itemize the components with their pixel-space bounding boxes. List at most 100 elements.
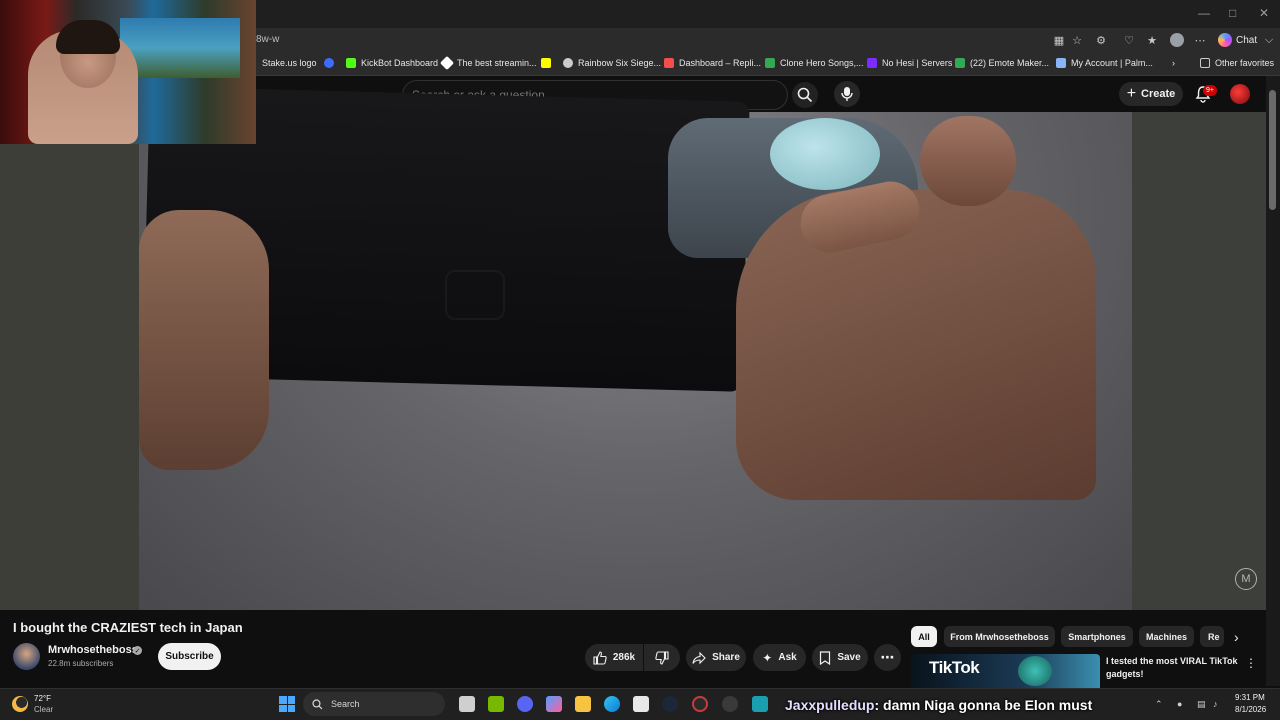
favorite-star-icon[interactable]: ☆ — [1070, 33, 1084, 47]
dislike-button[interactable] — [644, 644, 680, 671]
subscriber-count: 22.8m subscribers — [48, 659, 114, 668]
account-avatar[interactable] — [1230, 84, 1250, 104]
bookmark-my-account[interactable]: My Account | Palm... — [1056, 58, 1153, 68]
chat-text: : damn Niga gonna be Elon must — [874, 697, 1093, 713]
extensions-icon[interactable]: ⚙ — [1094, 33, 1108, 47]
weather-moon-icon[interactable] — [12, 696, 28, 712]
subscribe-button[interactable]: Subscribe — [158, 643, 221, 670]
chip-smartphones[interactable]: Smartphones — [1061, 626, 1133, 647]
thumbnail-face — [1018, 656, 1052, 686]
replit-icon — [664, 58, 674, 68]
discord-icon[interactable] — [517, 696, 533, 712]
tray-overflow-chevron-icon[interactable]: ⌃ — [1155, 699, 1163, 710]
taskbar-search-label: Search — [331, 699, 360, 709]
chat-username: Jaxxpulledup — [785, 697, 875, 713]
sparkle-icon: ✦ — [762, 650, 773, 665]
copilot-taskbar-icon[interactable] — [546, 696, 562, 712]
chips-next-chevron-icon[interactable]: › — [1234, 629, 1239, 645]
bookmark-r-icon — [324, 58, 334, 68]
folder-icon — [1200, 58, 1210, 68]
obs-icon[interactable] — [692, 696, 708, 712]
more-actions-button[interactable]: ⋯ — [874, 644, 901, 671]
search-button[interactable] — [792, 82, 818, 108]
bookmarks-overflow-chevron-icon[interactable]: › — [1172, 58, 1175, 68]
save-label: Save — [837, 652, 861, 663]
diamond-icon — [439, 55, 455, 71]
webcam-overlay — [0, 0, 256, 144]
channel-avatar[interactable] — [13, 643, 40, 670]
search-icon — [312, 698, 323, 709]
plus-icon: + — [1126, 85, 1137, 102]
bookmark-replit[interactable]: Dashboard – Repli... — [664, 58, 761, 68]
webcam-wall-mural — [120, 18, 240, 78]
bookmark-emote-maker[interactable]: (22) Emote Maker... — [955, 58, 1049, 68]
like-count: 286k — [612, 652, 636, 663]
other-favorites[interactable]: Other favorites — [1200, 58, 1274, 68]
bookmark-r[interactable] — [324, 58, 334, 68]
bookmark-no-hesi[interactable]: No Hesi | Servers — [867, 58, 952, 68]
channel-name[interactable]: Mrwhosetheboss — [48, 644, 138, 656]
volume-icon[interactable]: ♪ — [1213, 699, 1218, 709]
app-icon[interactable] — [752, 696, 768, 712]
settings-more-icon[interactable]: ⋯ — [1193, 33, 1207, 47]
browser-essentials-icon[interactable]: ♡ — [1122, 33, 1136, 47]
stream-chat-message: Jaxxpulledup: damn Niga gonna be Elon mu… — [785, 697, 1092, 713]
task-view-icon[interactable] — [459, 696, 475, 712]
chip-partial[interactable]: Re — [1200, 626, 1224, 647]
close-icon[interactable]: ✕ — [1259, 6, 1269, 20]
create-label: Create — [1141, 88, 1176, 100]
more-vertical-icon[interactable]: ⋮ — [1245, 656, 1257, 670]
chip-from-channel[interactable]: From Mrwhosetheboss — [944, 626, 1055, 647]
video-content-right-hand — [736, 190, 1096, 500]
store-icon[interactable] — [633, 696, 649, 712]
more-horizontal-icon: ⋯ — [880, 649, 895, 665]
bookmark-stake[interactable]: Stake.us logo — [262, 58, 317, 68]
bookmark-kickbot[interactable]: KickBot Dashboard — [346, 58, 438, 68]
maximize-icon[interactable]: □ — [1229, 6, 1236, 20]
search-icon — [797, 87, 813, 103]
weather-condition[interactable]: Clear — [34, 705, 53, 714]
file-explorer-icon[interactable] — [575, 696, 591, 712]
clock-time[interactable]: 9:31 PM — [1235, 693, 1265, 702]
console-logo — [445, 270, 505, 320]
voice-search-button[interactable] — [834, 81, 860, 107]
app-available-icon[interactable]: ▦ — [1052, 33, 1066, 47]
taskbar-search[interactable]: Search — [303, 692, 445, 716]
save-button[interactable]: Save — [812, 644, 868, 671]
sidebar-chevron-icon[interactable]: ⌵ — [1262, 33, 1276, 47]
bookmark-snapchat[interactable] — [541, 58, 551, 68]
thumbs-up-icon — [593, 650, 607, 665]
nvidia-icon[interactable] — [488, 696, 504, 712]
thumbs-down-icon — [655, 650, 669, 665]
chip-all[interactable]: All — [911, 626, 937, 647]
copilot-chat-button[interactable]: Chat — [1218, 32, 1257, 48]
video-pillarbox-left — [0, 112, 139, 610]
minimize-icon[interactable]: — — [1198, 6, 1210, 20]
like-button[interactable]: 286k — [585, 644, 643, 671]
chip-machines[interactable]: Machines — [1139, 626, 1194, 647]
channel-watermark-icon[interactable]: M — [1235, 568, 1257, 590]
weather-temperature[interactable]: 72°F — [34, 694, 51, 703]
settings-gear-icon[interactable] — [722, 696, 738, 712]
url-text[interactable]: 8w-w — [256, 34, 279, 45]
emote-maker-icon — [955, 58, 965, 68]
bookmark-rainbow-six[interactable]: Rainbow Six Siege... — [563, 58, 661, 68]
ask-button[interactable]: ✦ Ask — [753, 644, 806, 671]
share-label: Share — [712, 652, 740, 663]
bookmark-streaming[interactable]: The best streamin... — [439, 55, 537, 71]
create-button[interactable]: + Create — [1119, 82, 1183, 106]
clock-date[interactable]: 8/1/2026 — [1235, 705, 1266, 714]
network-icon[interactable]: ▤ — [1197, 699, 1206, 710]
bookmark-clone-hero[interactable]: Clone Hero Songs,... — [765, 58, 864, 68]
share-button[interactable]: Share — [686, 644, 746, 671]
share-arrow-icon — [692, 651, 706, 664]
steam-icon[interactable] — [662, 696, 678, 712]
favorites-icon[interactable]: ★ — [1145, 33, 1159, 47]
recommendation-title[interactable]: I tested the most VIRAL TikTok gadgets! — [1106, 655, 1246, 681]
microphone-tray-icon[interactable]: ● — [1177, 699, 1182, 709]
edge-icon[interactable] — [604, 696, 620, 712]
video-title: I bought the CRAZIEST tech in Japan — [13, 620, 243, 635]
scrollbar-thumb[interactable] — [1269, 90, 1276, 210]
start-windows-icon[interactable] — [279, 696, 295, 712]
profile-avatar[interactable] — [1170, 33, 1184, 47]
